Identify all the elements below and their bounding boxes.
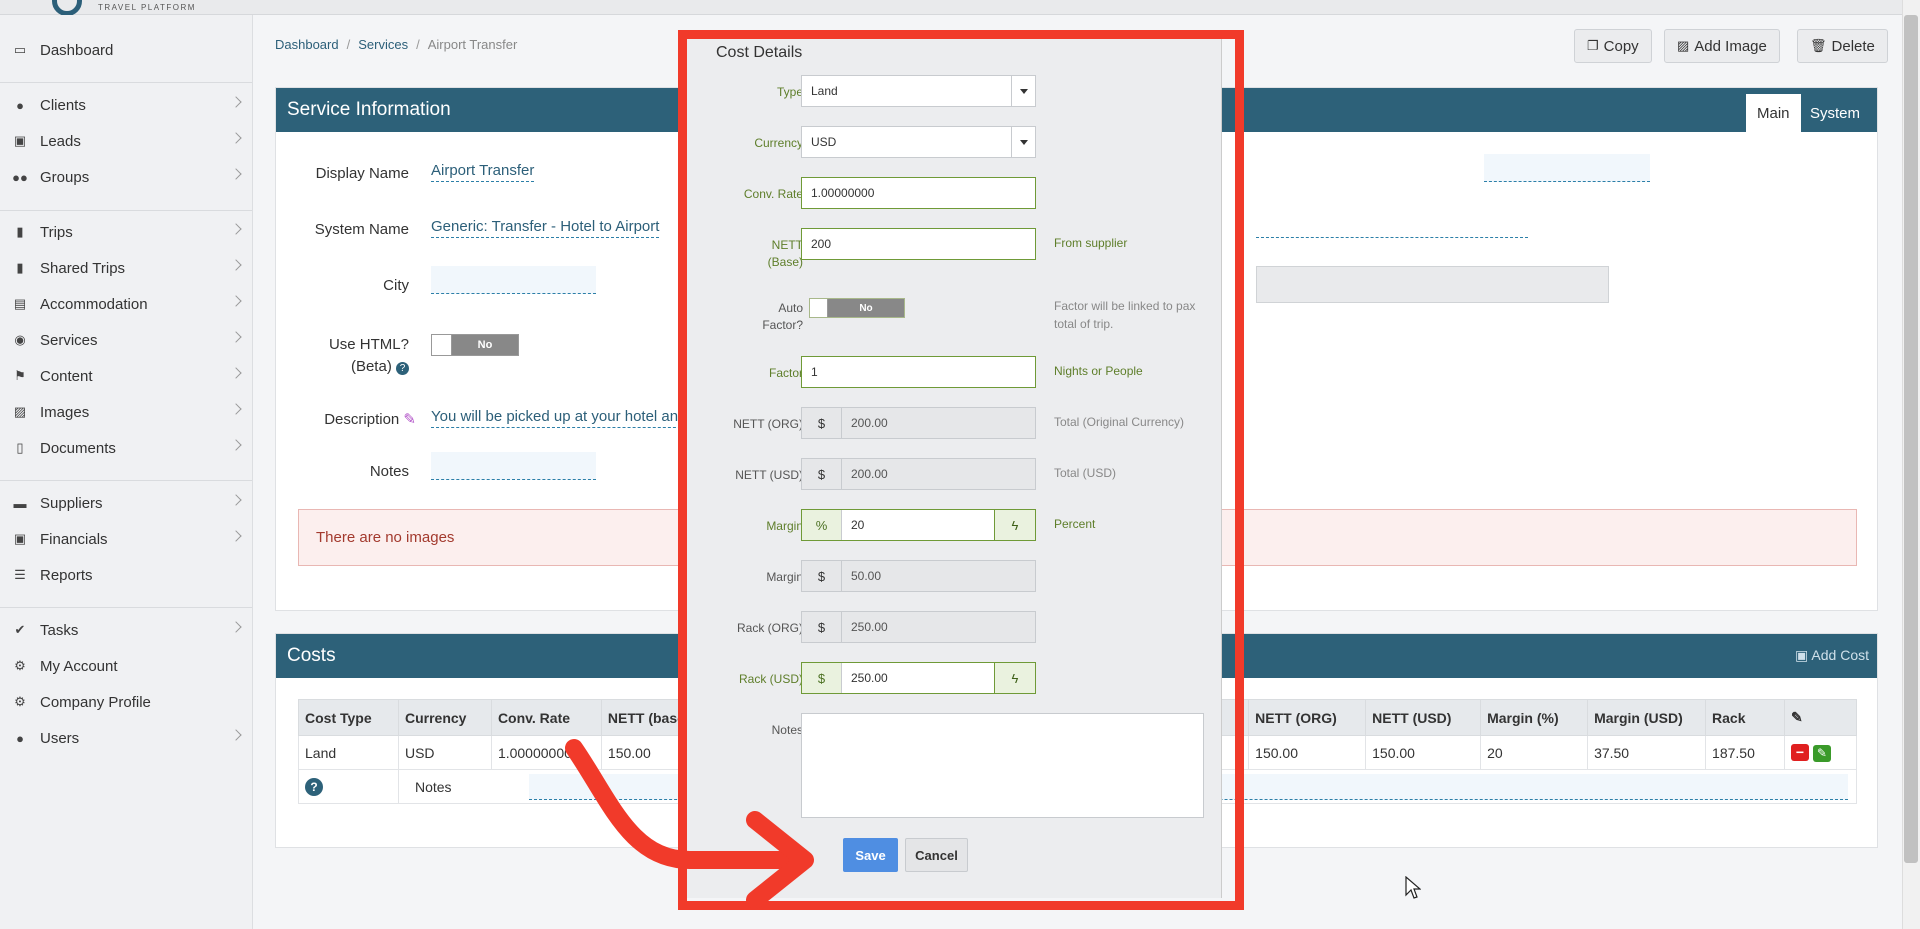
scrollbar-thumb[interactable]	[1904, 15, 1918, 863]
mouse-cursor-icon	[1405, 876, 1421, 899]
annotation-arrow-icon	[565, 739, 814, 909]
